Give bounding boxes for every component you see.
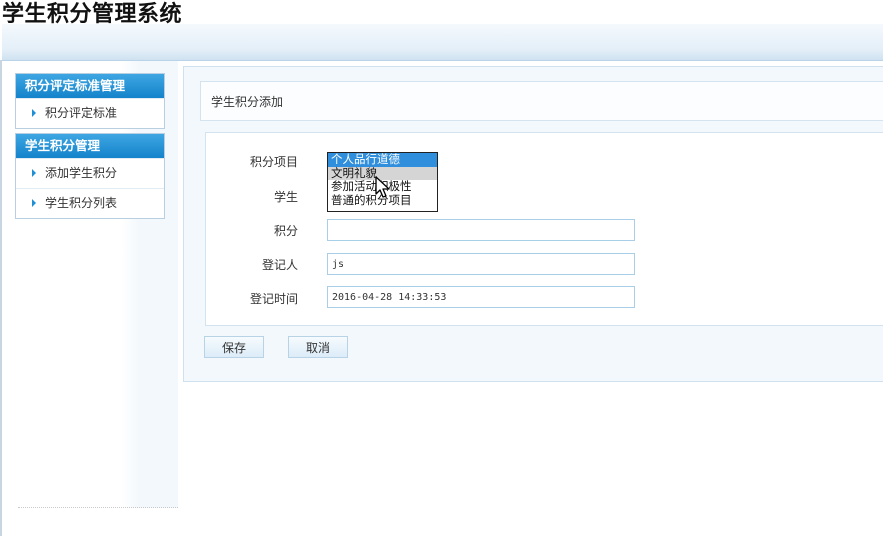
item-label: 积分项目 [249, 155, 298, 169]
recorder-label: 登记人 [261, 258, 298, 272]
caret-right-icon [32, 109, 36, 117]
score-input[interactable] [327, 219, 635, 241]
select-option[interactable]: 文明礼貌 [328, 166, 437, 180]
record-time-input[interactable] [327, 286, 635, 308]
section-title: 学生积分添加 [200, 81, 883, 121]
menu-header-standards[interactable]: 积分评定标准管理 [16, 74, 164, 98]
score-item-select[interactable]: 个人品行道德 文明礼貌 参加活动积极性 普通的积分项目 [327, 152, 438, 212]
select-option[interactable]: 个人品行道德 [328, 153, 437, 167]
sidebar-divider [18, 507, 178, 508]
cancel-button[interactable]: 取消 [288, 336, 348, 358]
student-label: 学生 [273, 190, 298, 204]
score-form: 积分项目 个人品行道德 文明礼貌 参加活动积极性 普通的积分项目 学生 积分 登… [205, 132, 883, 326]
save-button[interactable]: 保存 [204, 336, 264, 358]
sidebar-item-label: 积分评定标准 [45, 106, 118, 120]
select-option[interactable]: 参加活动积极性 [328, 179, 437, 194]
menu-group-student-scores: 学生积分管理 添加学生积分 学生积分列表 [15, 133, 165, 219]
record-time-label: 登记时间 [249, 292, 298, 306]
recorder-input[interactable] [327, 253, 635, 275]
header-band [2, 24, 883, 61]
caret-right-icon [32, 169, 36, 177]
main-content: 学生积分添加 积分项目 个人品行道德 文明礼貌 参加活动积极性 普通的积分项目 … [183, 66, 883, 382]
sidebar-item-label: 添加学生积分 [45, 166, 118, 180]
sidebar-item-add-student-score[interactable]: 添加学生积分 [16, 158, 164, 188]
caret-right-icon [32, 199, 36, 207]
sidebar-item-label: 学生积分列表 [45, 196, 118, 210]
select-option[interactable]: 普通的积分项目 [328, 193, 437, 208]
menu-header-student-scores[interactable]: 学生积分管理 [16, 134, 164, 158]
sidebar-item-student-score-list[interactable]: 学生积分列表 [16, 188, 164, 218]
menu-group-standards: 积分评定标准管理 积分评定标准 [15, 73, 165, 129]
score-label: 积分 [273, 224, 298, 238]
sidebar-item-score-standards[interactable]: 积分评定标准 [16, 98, 164, 128]
